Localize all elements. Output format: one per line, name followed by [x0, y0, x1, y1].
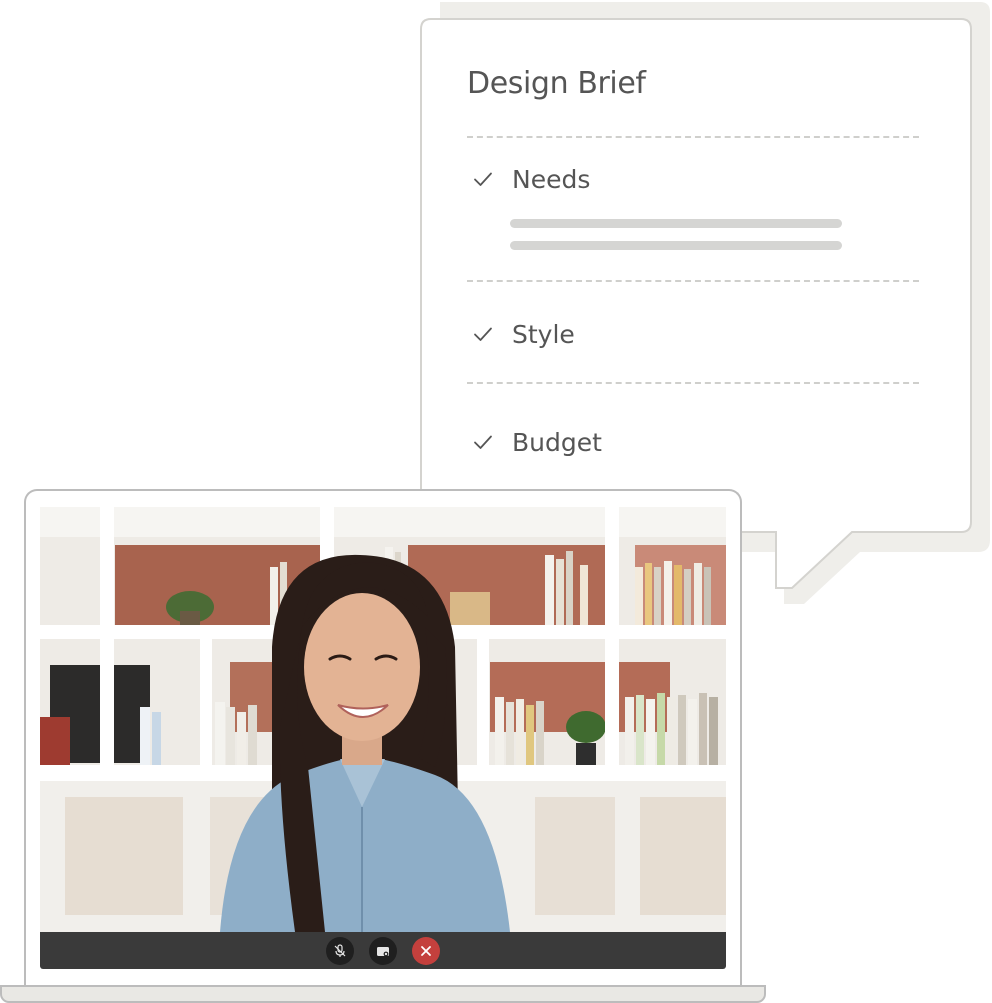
- divider: [467, 382, 919, 384]
- brief-item-budget: Budget: [472, 425, 602, 459]
- check-icon: [474, 435, 492, 449]
- camera-icon: [377, 946, 389, 956]
- brief-item-label: Budget: [512, 427, 602, 457]
- placeholder-text-line: [510, 241, 842, 250]
- check-icon: [474, 327, 492, 341]
- call-control-bar: [40, 932, 726, 969]
- brief-item-style: Style: [472, 317, 575, 351]
- mute-button[interactable]: [326, 936, 354, 965]
- video-feed: [40, 507, 726, 932]
- mic-off-icon: [334, 943, 346, 957]
- brief-item-label: Style: [512, 319, 575, 349]
- placeholder-text-line: [510, 219, 842, 228]
- video-feed-image: [40, 507, 726, 932]
- divider: [467, 280, 919, 282]
- brief-title: Design Brief: [467, 66, 646, 101]
- brief-item-label: Needs: [512, 164, 591, 194]
- end-call-icon: [421, 945, 431, 956]
- camera-button[interactable]: [369, 936, 397, 965]
- divider: [467, 136, 919, 138]
- end-call-button[interactable]: [412, 936, 440, 965]
- check-icon: [474, 172, 492, 186]
- laptop-base: [0, 985, 766, 1003]
- brief-item-needs: Needs: [472, 162, 590, 196]
